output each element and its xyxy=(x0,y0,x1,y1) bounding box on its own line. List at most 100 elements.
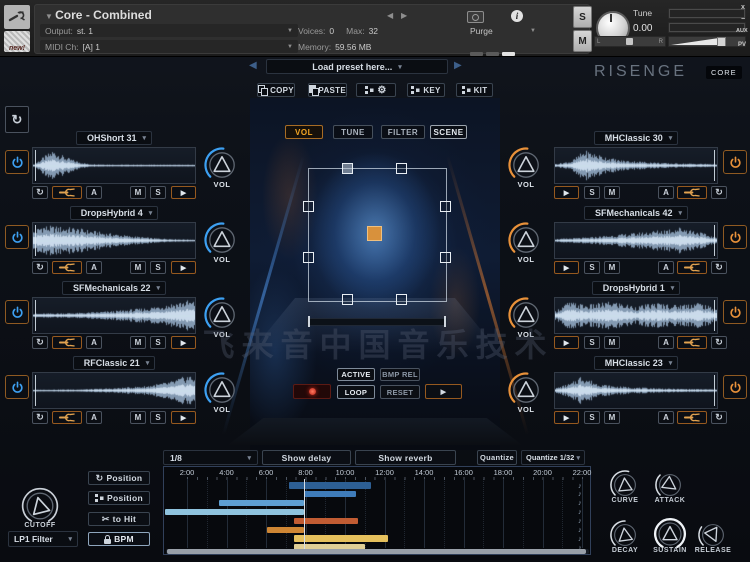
volume-knob[interactable]: VOL xyxy=(506,145,546,189)
sequencer-bar[interactable] xyxy=(165,508,304,516)
a-button[interactable]: A xyxy=(86,261,102,274)
instrument-title[interactable]: ▼ Core - Combined xyxy=(45,8,152,22)
snap-to-hit-button[interactable]: ✂ to Hit xyxy=(88,512,150,526)
mute-button[interactable]: M xyxy=(604,336,620,349)
mute-button[interactable]: M xyxy=(130,186,146,199)
note-icon[interactable]: ♪ xyxy=(578,481,582,490)
pad-handle-8[interactable] xyxy=(396,294,407,305)
start-marker[interactable] xyxy=(714,150,715,181)
waveform-canvas[interactable] xyxy=(33,223,195,258)
waveform-canvas[interactable] xyxy=(555,148,717,183)
volume-knob[interactable]: VOL xyxy=(202,145,242,189)
output-select[interactable]: Output: st. 1 ▼ xyxy=(40,24,298,37)
waveform-display[interactable] xyxy=(554,297,718,334)
pad-handle-4[interactable] xyxy=(440,201,451,212)
power-button[interactable] xyxy=(723,300,747,324)
volume-slider[interactable] xyxy=(668,36,746,47)
edit-button[interactable] xyxy=(52,261,82,274)
slider-tick-right[interactable] xyxy=(444,316,446,327)
volume-knob[interactable]: VOL xyxy=(202,295,242,339)
edit-button[interactable] xyxy=(677,186,707,199)
mute-button[interactable]: M xyxy=(604,186,620,199)
loop-button[interactable]: ↻ xyxy=(711,411,727,424)
solo-button[interactable]: S xyxy=(584,411,600,424)
play-button[interactable]: ▶ xyxy=(171,186,196,199)
camera-icon[interactable] xyxy=(467,11,484,23)
kit-mode-button[interactable]: KIT xyxy=(456,83,493,97)
solo-button[interactable]: S xyxy=(584,261,600,274)
solo-button[interactable]: S xyxy=(584,186,600,199)
a-button[interactable]: A xyxy=(86,336,102,349)
mute-button[interactable]: M xyxy=(573,30,592,52)
loop-button[interactable]: ↻ xyxy=(32,186,48,199)
pad-center-handle[interactable] xyxy=(367,226,382,241)
edit-button[interactable] xyxy=(677,336,707,349)
volume-thumb[interactable] xyxy=(717,37,726,46)
sequencer-bar[interactable] xyxy=(293,535,389,542)
close-button[interactable]: x xyxy=(741,4,745,11)
cutoff-knob[interactable]: CUTOFF xyxy=(19,485,61,529)
minimize-button[interactable]: − xyxy=(741,16,745,23)
loop-button[interactable]: LOOP xyxy=(337,385,375,399)
a-button[interactable]: A xyxy=(658,336,674,349)
mute-button[interactable]: M xyxy=(130,261,146,274)
wrench-button[interactable] xyxy=(4,5,30,29)
mute-button[interactable]: M xyxy=(130,336,146,349)
prev-preset-button[interactable]: ◀ xyxy=(249,60,257,71)
preset-select[interactable]: Load preset here... ▾ xyxy=(266,59,448,74)
reset-button[interactable]: RESET xyxy=(380,385,420,399)
mute-button[interactable]: M xyxy=(130,411,146,424)
start-marker[interactable] xyxy=(714,375,715,406)
waveform-canvas[interactable] xyxy=(555,298,717,333)
power-button[interactable] xyxy=(723,150,747,174)
tune-value[interactable]: 0.00 xyxy=(633,23,652,34)
edit-button[interactable] xyxy=(52,186,82,199)
note-icon[interactable]: ♪ xyxy=(578,489,582,498)
mute-button[interactable]: M xyxy=(604,261,620,274)
bmp-rel-button[interactable]: BMP REL xyxy=(380,368,420,381)
sample-select[interactable]: DropsHybrid 4 ▾ xyxy=(69,206,159,220)
waveform-canvas[interactable] xyxy=(555,373,717,408)
play-button[interactable]: ▶ xyxy=(554,336,579,349)
play-button[interactable]: ▶ xyxy=(171,261,196,274)
sample-select[interactable]: RFClassic 21 ▾ xyxy=(72,356,156,370)
decay-knob[interactable]: DECAY xyxy=(608,518,642,554)
note-icon[interactable]: ♪ xyxy=(578,534,582,543)
info-icon[interactable]: i xyxy=(511,10,523,22)
power-button[interactable] xyxy=(723,375,747,399)
sequencer-bar[interactable] xyxy=(218,499,304,507)
rate-select[interactable]: 1/8 ▾ xyxy=(163,450,258,465)
volume-knob[interactable]: VOL xyxy=(506,295,546,339)
sequencer-bar[interactable] xyxy=(303,490,356,498)
next-preset-button[interactable]: ▶ xyxy=(454,60,462,71)
bpm-lock-button[interactable]: BPM xyxy=(88,532,150,546)
pan-slider[interactable]: L R xyxy=(594,36,666,47)
pad-handle-5[interactable] xyxy=(303,252,314,263)
note-icon[interactable]: ♪ xyxy=(578,507,582,516)
waveform-display[interactable] xyxy=(554,222,718,259)
record-button[interactable] xyxy=(293,384,331,399)
pad-handle-1[interactable] xyxy=(342,163,353,174)
loop-button[interactable]: ↻ xyxy=(711,261,727,274)
waveform-display[interactable] xyxy=(32,222,196,259)
edit-button[interactable] xyxy=(677,411,707,424)
waveform-canvas[interactable] xyxy=(555,223,717,258)
pad-handle-6[interactable] xyxy=(440,252,451,263)
preview-play-button[interactable]: ▶ xyxy=(425,384,462,399)
loop-button[interactable]: ↻ xyxy=(711,336,727,349)
solo-button[interactable]: S xyxy=(573,6,592,28)
loop-button[interactable]: ↻ xyxy=(711,186,727,199)
tab-vol[interactable]: VOL xyxy=(285,125,323,139)
pad-handle-2[interactable] xyxy=(396,163,407,174)
solo-button[interactable]: S xyxy=(150,261,166,274)
pad-handle-3[interactable] xyxy=(303,201,314,212)
loop-button[interactable]: ↻ xyxy=(32,261,48,274)
loop-button[interactable]: ↻ xyxy=(32,411,48,424)
sequencer-bar[interactable] xyxy=(288,482,371,489)
play-button[interactable]: ▶ xyxy=(171,336,196,349)
attack-knob[interactable]: ATTACK xyxy=(653,468,687,504)
position-loop-button[interactable]: ↻ Position xyxy=(88,471,150,485)
global-reload-button[interactable]: ↻ xyxy=(5,106,29,133)
release-knob[interactable]: RELEASE xyxy=(695,518,731,554)
play-button[interactable]: ▶ xyxy=(171,411,196,424)
